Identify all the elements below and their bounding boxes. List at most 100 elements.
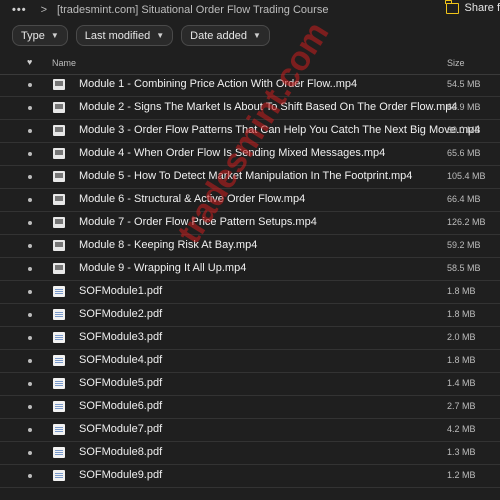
file-size: 59.2 MB (447, 240, 481, 250)
date-added-filter-button[interactable]: Date added ▼ (181, 25, 270, 46)
file-row[interactable]: SOFModule9.pdf 1.2 MB (0, 465, 500, 488)
last-modified-filter-button[interactable]: Last modified ▼ (75, 25, 174, 46)
date-added-filter-label: Date added (190, 29, 248, 42)
file-name[interactable]: Module 5 - How To Detect Market Manipula… (79, 170, 412, 182)
pdf-file-icon (53, 286, 65, 297)
more-options-icon[interactable]: ••• (12, 4, 27, 16)
file-row[interactable]: SOFModule3.pdf 2.0 MB (0, 327, 500, 350)
file-row[interactable]: Module 8 - Keeping Risk At Bay.mp4 59.2 M… (0, 235, 500, 258)
name-column-header[interactable]: Name (52, 58, 76, 68)
file-size: 4.2 MB (447, 424, 476, 434)
size-column-header[interactable]: Size (447, 58, 465, 68)
bullet-icon (28, 244, 32, 248)
file-size: 105.4 MB (447, 171, 486, 181)
file-size: 63.9 MB (447, 102, 481, 112)
file-name[interactable]: Module 6 - Structural & Active Order Flo… (79, 193, 305, 205)
video-file-icon (53, 102, 65, 113)
file-row[interactable]: SOFModule5.pdf 1.4 MB (0, 373, 500, 396)
bullet-icon (28, 359, 32, 363)
file-name[interactable]: SOFModule8.pdf (79, 446, 162, 458)
pdf-file-icon (53, 424, 65, 435)
file-name[interactable]: SOFModule1.pdf (79, 285, 162, 297)
file-row[interactable]: Module 1 - Combining Price Action With O… (0, 74, 500, 97)
shared-folder-icon (445, 0, 459, 14)
file-row[interactable]: SOFModule7.pdf 4.2 MB (0, 419, 500, 442)
video-file-icon (53, 148, 65, 159)
file-name[interactable]: SOFModule2.pdf (79, 308, 162, 320)
pdf-file-icon (53, 309, 65, 320)
file-size: 2.0 MB (447, 332, 476, 342)
file-name[interactable]: Module 4 - When Order Flow Is Sending Mi… (79, 147, 385, 159)
file-name[interactable]: Module 9 - Wrapping It All Up.mp4 (79, 262, 246, 274)
video-file-icon (53, 79, 65, 90)
file-size: 1.8 MB (447, 309, 476, 319)
file-size: 60.0 MB (447, 125, 481, 135)
file-name[interactable]: SOFModule3.pdf (79, 331, 162, 343)
file-name[interactable]: SOFModule7.pdf (79, 423, 162, 435)
bullet-icon (28, 336, 32, 340)
file-row[interactable]: Module 3 - Order Flow Patterns That Can … (0, 120, 500, 143)
bullet-icon (28, 83, 32, 87)
type-filter-button[interactable]: Type ▼ (12, 25, 68, 46)
bullet-icon (28, 313, 32, 317)
share-label: Share f (464, 2, 500, 14)
file-size: 1.8 MB (447, 355, 476, 365)
file-row[interactable]: SOFModule6.pdf 2.7 MB (0, 396, 500, 419)
bullet-icon (28, 382, 32, 386)
file-size: 1.4 MB (447, 378, 476, 388)
file-row[interactable]: SOFModule8.pdf 1.3 MB (0, 442, 500, 465)
file-size: 1.8 MB (447, 286, 476, 296)
file-name[interactable]: SOFModule5.pdf (79, 377, 162, 389)
file-size: 1.2 MB (447, 470, 476, 480)
file-row[interactable]: SOFModule4.pdf 1.8 MB (0, 350, 500, 373)
file-row[interactable]: Module 9 - Wrapping It All Up.mp4 58.5 MB (0, 258, 500, 281)
file-name[interactable]: Module 3 - Order Flow Patterns That Can … (79, 124, 480, 136)
file-row[interactable]: Module 4 - When Order Flow Is Sending Mi… (0, 143, 500, 166)
file-name[interactable]: Module 8 - Keeping Risk At Bay.mp4 (79, 239, 257, 251)
bullet-icon (28, 129, 32, 133)
file-row[interactable]: SOFModule2.pdf 1.8 MB (0, 304, 500, 327)
bullet-icon (28, 290, 32, 294)
video-file-icon (53, 240, 65, 251)
file-name[interactable]: Module 7 - Order Flow Price Pattern Setu… (79, 216, 317, 228)
top-bar: ••• > [tradesmint.com] Situational Order… (0, 0, 500, 20)
bullet-icon (28, 428, 32, 432)
file-row[interactable]: Module 2 - Signs The Market Is About To … (0, 97, 500, 120)
chevron-down-icon: ▼ (156, 31, 165, 40)
type-filter-label: Type (21, 29, 45, 42)
bullet-icon (28, 106, 32, 110)
video-file-icon (53, 194, 65, 205)
file-name[interactable]: SOFModule9.pdf (79, 469, 162, 481)
file-size: 126.2 MB (447, 217, 486, 227)
file-size: 65.6 MB (447, 148, 481, 158)
chevron-down-icon: ▼ (50, 31, 59, 40)
bullet-icon (28, 152, 32, 156)
file-row[interactable]: Module 7 - Order Flow Price Pattern Setu… (0, 212, 500, 235)
video-file-icon (53, 217, 65, 228)
file-size: 58.5 MB (447, 263, 481, 273)
file-list-header: ♥ Name Size (0, 52, 500, 75)
file-row[interactable]: SOFModule1.pdf 1.8 MB (0, 281, 500, 304)
file-name[interactable]: SOFModule4.pdf (79, 354, 162, 366)
filter-bar: Type ▼ Last modified ▼ Date added ▼ (12, 25, 270, 46)
file-name[interactable]: SOFModule6.pdf (79, 400, 162, 412)
pdf-file-icon (53, 401, 65, 412)
file-name[interactable]: Module 2 - Signs The Market Is About To … (79, 101, 457, 113)
file-row[interactable]: Module 6 - Structural & Active Order Flo… (0, 189, 500, 212)
breadcrumb-chevron-icon: > (40, 4, 47, 16)
video-file-icon (53, 263, 65, 274)
pdf-file-icon (53, 447, 65, 458)
file-name[interactable]: Module 1 - Combining Price Action With O… (79, 78, 357, 90)
bullet-icon (28, 405, 32, 409)
file-size: 2.7 MB (447, 401, 476, 411)
share-folder-button[interactable]: Share f (445, 0, 500, 14)
video-file-icon (53, 125, 65, 136)
file-list: Module 1 - Combining Price Action With O… (0, 74, 500, 488)
bullet-icon (28, 198, 32, 202)
pdf-file-icon (53, 332, 65, 343)
breadcrumb-current-folder[interactable]: [tradesmint.com] Situational Order Flow … (57, 4, 328, 16)
video-file-icon (53, 171, 65, 182)
file-row[interactable]: Module 5 - How To Detect Market Manipula… (0, 166, 500, 189)
chevron-down-icon: ▼ (253, 31, 261, 40)
favorite-column-icon[interactable]: ♥ (27, 57, 32, 67)
